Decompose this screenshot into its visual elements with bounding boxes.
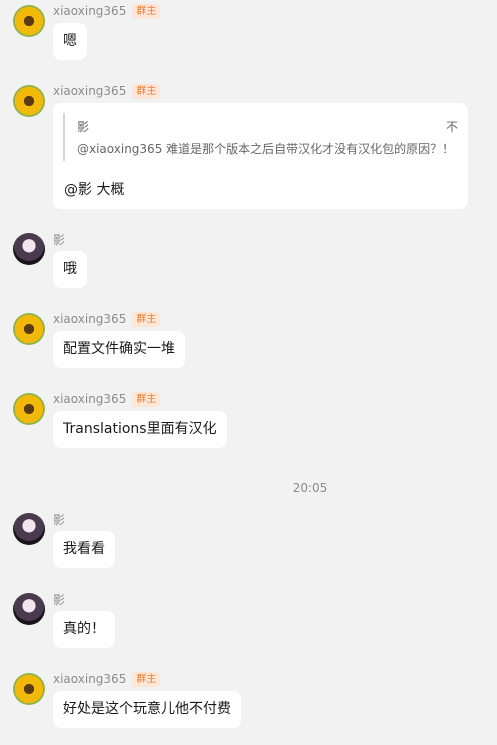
sunflower-avatar[interactable] (13, 85, 45, 117)
message-bubble[interactable]: 配置文件确实一堆 (53, 331, 185, 368)
quote-message-bubble[interactable]: 影 不 @xiaoxing365 难道是那个版本之后自带汉化才没有汉化包的原因？… (53, 103, 468, 209)
message-bubble[interactable]: 真的！ (53, 611, 115, 648)
sender-name[interactable]: xiaoxing365 (53, 672, 126, 686)
sender-name[interactable]: xiaoxing365 (53, 4, 126, 18)
anime-girl-avatar[interactable] (13, 233, 45, 265)
quoted-message[interactable]: 影 不 @xiaoxing365 难道是那个版本之后自带汉化才没有汉化包的原因？… (63, 113, 458, 161)
message-bubble[interactable]: 我看看 (53, 531, 115, 568)
sunflower-avatar[interactable] (13, 673, 45, 705)
owner-badge: 群主 (132, 671, 161, 687)
message-bubble[interactable]: Translations里面有汉化 (53, 411, 227, 448)
message-bubble[interactable]: 哦 (53, 251, 87, 288)
owner-badge: 群主 (132, 3, 161, 19)
sender-name[interactable]: xiaoxing365 (53, 312, 126, 326)
message-bubble[interactable]: 嗯 (53, 23, 87, 60)
owner-badge: 群主 (132, 391, 161, 407)
quoted-author: 影 (77, 120, 90, 134)
sunflower-avatar[interactable] (13, 5, 45, 37)
sender-name[interactable]: 影 (53, 511, 65, 528)
owner-badge: 群主 (132, 311, 161, 327)
sender-name[interactable]: 影 (53, 591, 65, 608)
reply-text: @影 大概 (64, 182, 125, 198)
sender-name[interactable]: xiaoxing365 (53, 84, 126, 98)
sunflower-avatar[interactable] (13, 393, 45, 425)
anime-girl-avatar[interactable] (13, 513, 45, 545)
timestamp-divider: 20:05 (292, 481, 328, 495)
owner-badge: 群主 (132, 83, 161, 99)
quoted-text: @xiaoxing365 难道是那个版本之后自带汉化才没有汉化包的原因？！ (77, 142, 455, 156)
sunflower-avatar[interactable] (13, 313, 45, 345)
sender-name[interactable]: 影 (53, 231, 65, 248)
anime-girl-avatar[interactable] (13, 593, 45, 625)
quote-close-icon[interactable]: 不 (446, 118, 458, 135)
sender-name[interactable]: xiaoxing365 (53, 392, 126, 406)
message-bubble[interactable]: 好处是这个玩意儿他不付费 (53, 691, 241, 728)
